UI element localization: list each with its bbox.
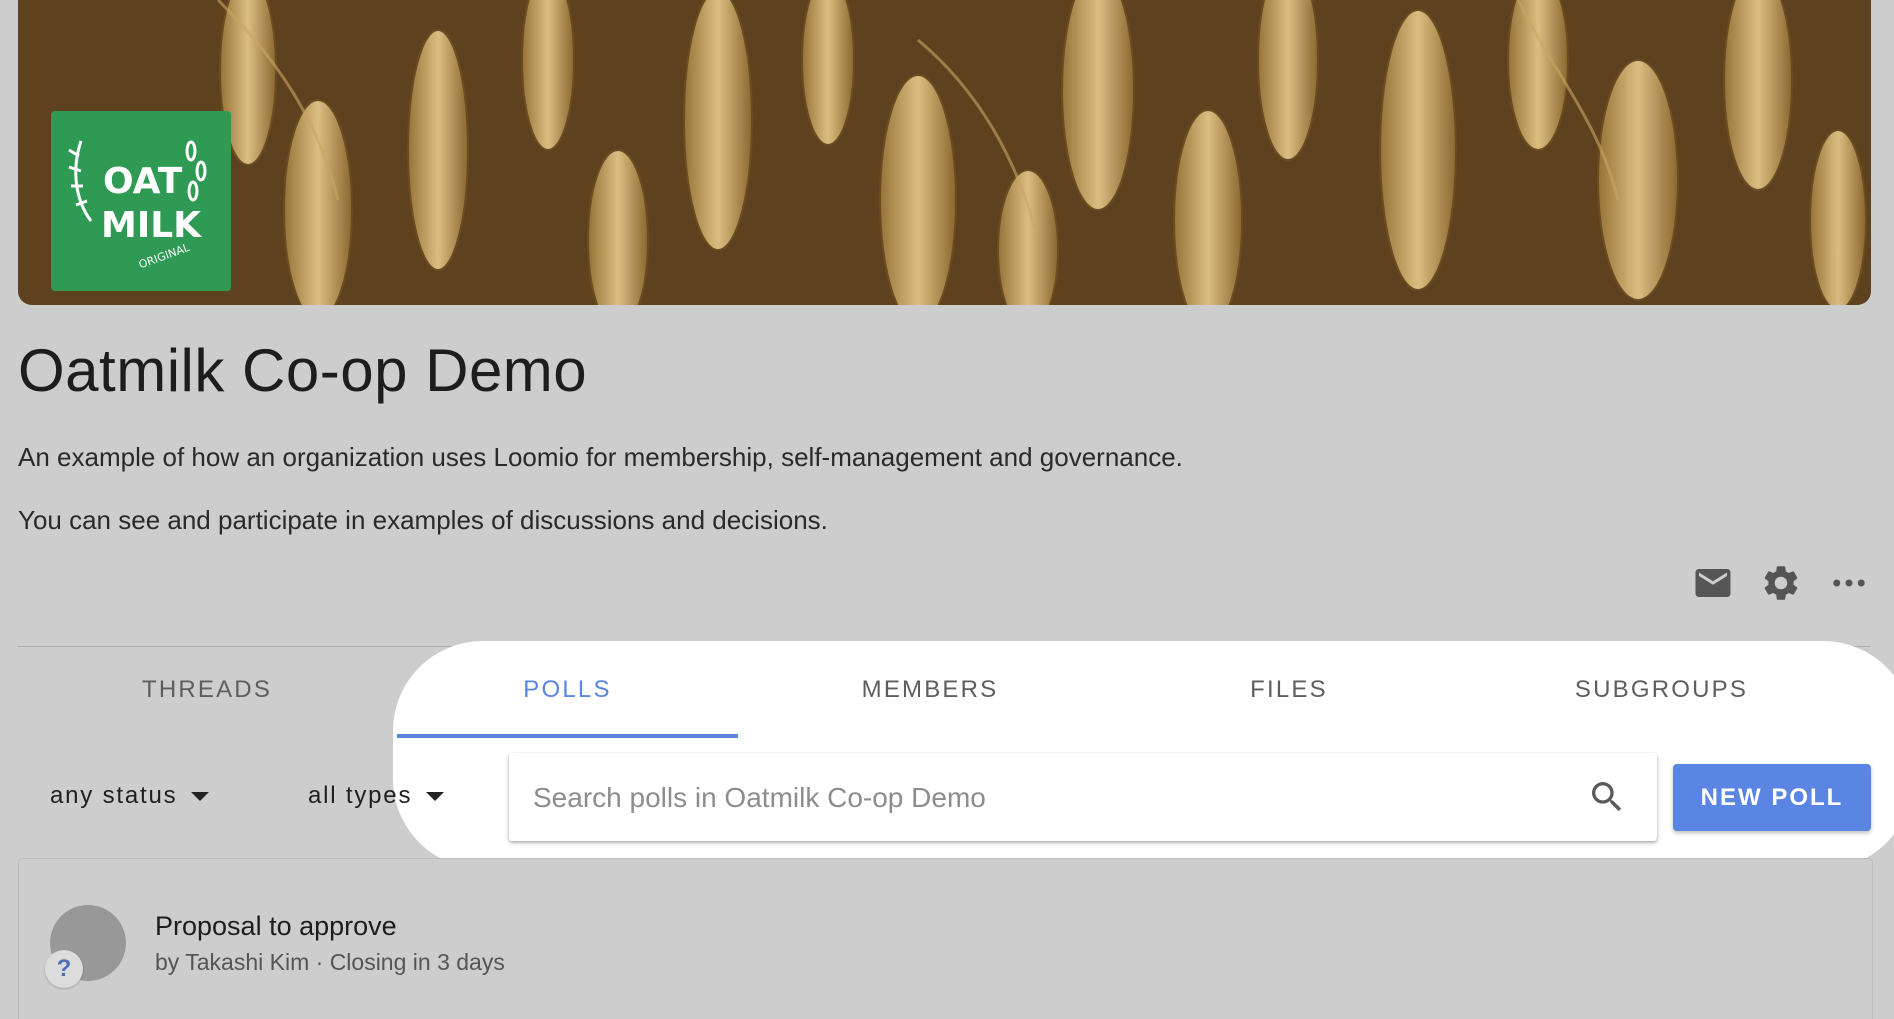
group-title: Oatmilk Co-op Demo [18, 337, 588, 404]
type-filter-label: all types [308, 782, 413, 809]
tab-label: POLLS [523, 676, 612, 703]
search-icon[interactable] [1587, 777, 1627, 817]
poll-title[interactable]: Proposal to approve [155, 911, 397, 942]
status-filter-dropdown[interactable]: any status [50, 782, 210, 810]
group-actions [1690, 560, 1872, 606]
poll-search-input[interactable] [531, 753, 1555, 843]
active-tab-indicator [397, 734, 738, 738]
group-description-line-2: You can see and participate in examples … [18, 505, 828, 535]
svg-text:MILK: MILK [101, 205, 202, 246]
status-filter-label: any status [50, 782, 178, 809]
tab-files[interactable]: FILES [1120, 676, 1458, 734]
poll-meta: by Takashi Kim · Closing in 3 days [155, 949, 505, 975]
mail-icon[interactable] [1690, 560, 1736, 606]
poll-list-item[interactable]: ? Proposal to approve by Takashi Kim · C… [19, 859, 1872, 1005]
dropdown-caret-icon [191, 791, 210, 801]
poll-type-badge: ? [45, 950, 83, 988]
tab-label: MEMBERS [861, 676, 999, 703]
gear-icon[interactable] [1758, 560, 1804, 606]
group-cover-image: OAT MILK ORIGINAL [18, 0, 1871, 305]
poll-search-box [509, 753, 1657, 843]
tab-members[interactable]: MEMBERS [741, 676, 1119, 734]
more-horizontal-icon[interactable] [1826, 560, 1872, 606]
group-logo: OAT MILK ORIGINAL [51, 111, 231, 291]
tab-label: THREADS [141, 676, 273, 703]
new-poll-button[interactable]: NEW POLL [1673, 764, 1871, 831]
svg-text:OAT: OAT [103, 161, 183, 202]
poll-list: ? Proposal to approve by Takashi Kim · C… [18, 858, 1873, 1019]
oat-stalks-image [18, 0, 1871, 305]
dropdown-caret-icon [426, 791, 445, 801]
tab-polls[interactable]: POLLS [397, 676, 738, 738]
tab-subgroups[interactable]: SUBGROUPS [1460, 676, 1863, 734]
tab-threads[interactable]: THREADS [18, 676, 396, 734]
tab-label: FILES [1250, 676, 1328, 703]
tab-label: SUBGROUPS [1574, 676, 1749, 703]
group-description-line-1: An example of how an organization uses L… [18, 442, 1183, 472]
type-filter-dropdown[interactable]: all types [308, 782, 445, 810]
